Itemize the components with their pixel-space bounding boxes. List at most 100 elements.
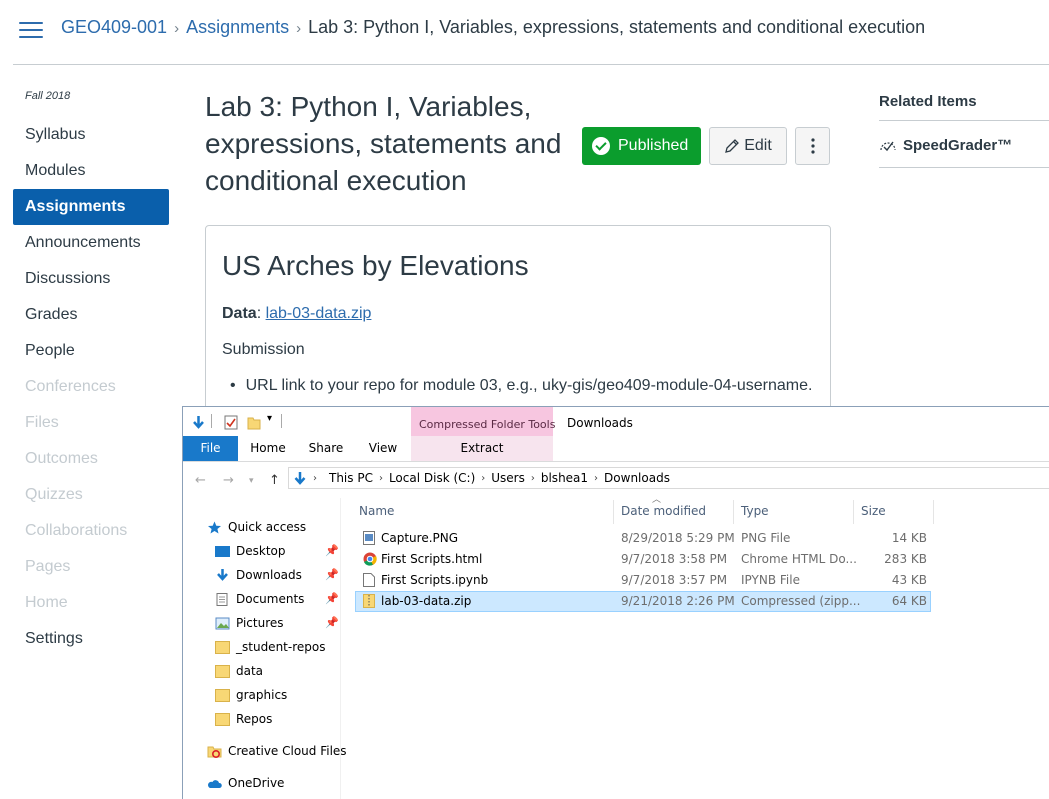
customize-toolbar-icon[interactable]: ▾ xyxy=(267,413,272,424)
file-size: 64 KB xyxy=(891,594,927,608)
related-items-heading: Related Items xyxy=(879,93,977,110)
file-name: Capture.PNG xyxy=(381,531,459,545)
nav-graphics[interactable]: graphics xyxy=(215,684,287,706)
nav-documents[interactable]: Documents xyxy=(215,588,304,610)
recent-locations-icon[interactable]: ▾ xyxy=(249,476,254,486)
nav-modules[interactable]: Modules xyxy=(13,153,169,189)
back-arrow-icon[interactable]: ← xyxy=(195,473,206,488)
column-date-modified[interactable]: Date modified xyxy=(617,498,735,524)
new-folder-icon[interactable] xyxy=(247,415,261,430)
chevron-right-icon[interactable]: › xyxy=(379,473,383,484)
pane-divider[interactable] xyxy=(340,498,341,799)
chevron-right-icon[interactable]: › xyxy=(313,473,317,484)
nav-creative-cloud[interactable]: Creative Cloud Files xyxy=(207,740,347,762)
star-icon xyxy=(208,521,221,533)
more-options-button[interactable] xyxy=(795,127,830,165)
address-local-disk[interactable]: Local Disk (C:) xyxy=(389,471,475,485)
nav-people[interactable]: People xyxy=(13,333,169,369)
down-arrow-icon[interactable] xyxy=(191,415,206,431)
tab-view[interactable]: View xyxy=(361,436,405,461)
nav-conferences[interactable]: Conferences xyxy=(13,369,169,405)
documents-icon xyxy=(216,592,228,606)
nav-documents-label: Documents xyxy=(236,592,305,606)
edit-button[interactable]: Edit xyxy=(709,127,787,165)
generic-file-icon xyxy=(363,573,375,587)
chevron-right-icon[interactable]: › xyxy=(594,473,598,484)
toolbar-separator xyxy=(211,414,212,428)
column-divider[interactable] xyxy=(933,500,934,524)
window-title: Downloads xyxy=(567,416,633,430)
nav-student-repos[interactable]: _student-repos xyxy=(215,636,325,658)
tab-home[interactable]: Home xyxy=(245,436,291,461)
nav-assignments[interactable]: Assignments xyxy=(13,189,169,225)
up-arrow-icon[interactable]: ↑ xyxy=(269,473,280,488)
column-divider[interactable] xyxy=(853,500,854,524)
file-row-selected[interactable]: lab-03-data.zip 9/21/2018 2:26 PM Compre… xyxy=(355,591,931,612)
forward-arrow-icon[interactable]: → xyxy=(223,473,234,488)
related-divider xyxy=(879,120,1049,121)
pin-icon[interactable]: 📌 xyxy=(325,592,339,605)
nav-collaborations[interactable]: Collaborations xyxy=(13,513,169,549)
nav-outcomes[interactable]: Outcomes xyxy=(13,441,169,477)
png-file-icon xyxy=(363,531,375,545)
chevron-right-icon[interactable]: › xyxy=(531,473,535,484)
nav-downloads[interactable]: Downloads xyxy=(215,564,302,586)
nav-repos[interactable]: Repos xyxy=(215,708,272,730)
address-user[interactable]: blshea1 xyxy=(541,471,588,485)
column-divider[interactable] xyxy=(733,500,734,524)
nav-settings[interactable]: Settings xyxy=(13,621,169,657)
nav-desktop-label: Desktop xyxy=(236,544,286,558)
address-downloads[interactable]: Downloads xyxy=(604,471,670,485)
nav-syllabus[interactable]: Syllabus xyxy=(13,117,169,153)
data-line: Data: lab-03-data.zip xyxy=(222,305,372,322)
address-this-pc[interactable]: This PC xyxy=(329,471,373,485)
tab-share[interactable]: Share xyxy=(303,436,349,461)
file-date: 8/29/2018 5:29 PM xyxy=(621,531,735,545)
nav-pictures[interactable]: Pictures xyxy=(215,612,284,634)
pin-icon[interactable]: 📌 xyxy=(325,616,339,629)
nav-discussions[interactable]: Discussions xyxy=(13,261,169,297)
column-name[interactable]: Name xyxy=(355,498,613,524)
breadcrumb-assignments[interactable]: Assignments xyxy=(186,17,289,37)
pin-icon[interactable]: 📌 xyxy=(325,544,339,557)
file-row[interactable]: Capture.PNG 8/29/2018 5:29 PM PNG File 1… xyxy=(355,528,931,549)
nav-desktop[interactable]: Desktop xyxy=(215,540,286,562)
nav-onedrive[interactable]: OneDrive xyxy=(207,772,284,794)
address-users[interactable]: Users xyxy=(491,471,525,485)
column-size[interactable]: Size xyxy=(857,498,933,524)
nav-files[interactable]: Files xyxy=(13,405,169,441)
file-row[interactable]: First Scripts.html 9/7/2018 3:58 PM Chro… xyxy=(355,549,931,570)
chevron-right-icon[interactable]: › xyxy=(481,473,485,484)
nav-onedrive-label: OneDrive xyxy=(228,776,285,790)
nav-announcements[interactable]: Announcements xyxy=(13,225,169,261)
pencil-icon xyxy=(725,139,740,153)
nav-data[interactable]: data xyxy=(215,660,263,682)
breadcrumb-course[interactable]: GEO409-001 xyxy=(61,17,167,37)
nav-data-label: data xyxy=(236,664,264,678)
nav-repos-label: Repos xyxy=(236,712,273,726)
published-button[interactable]: Published xyxy=(582,127,701,165)
properties-icon[interactable] xyxy=(224,415,238,430)
column-type[interactable]: Type xyxy=(737,498,855,524)
folder-icon xyxy=(215,688,230,702)
nav-creative-cloud-label: Creative Cloud Files xyxy=(228,744,347,758)
file-date: 9/7/2018 3:57 PM xyxy=(621,573,728,587)
downloads-icon xyxy=(217,568,228,581)
file-row[interactable]: First Scripts.ipynb 9/7/2018 3:57 PM IPY… xyxy=(355,570,931,591)
pin-icon[interactable]: 📌 xyxy=(325,568,339,581)
nav-pages[interactable]: Pages xyxy=(13,549,169,585)
hamburger-menu-icon[interactable] xyxy=(19,22,43,40)
nav-quick-access[interactable]: Quick access xyxy=(207,516,306,538)
file-type: PNG File xyxy=(741,531,791,545)
speedgrader-link[interactable]: SpeedGrader™ xyxy=(879,137,1012,154)
data-download-link[interactable]: lab-03-data.zip xyxy=(266,305,372,322)
nav-grades[interactable]: Grades xyxy=(13,297,169,333)
nav-home[interactable]: Home xyxy=(13,585,169,621)
address-bar[interactable]: › This PC › Local Disk (C:) › Users › bl… xyxy=(288,467,1049,489)
tab-extract[interactable]: Extract xyxy=(411,436,553,461)
tab-file[interactable]: File xyxy=(183,436,238,461)
creative-cloud-folder-icon xyxy=(207,746,222,758)
column-divider[interactable] xyxy=(613,500,614,524)
nav-quizzes[interactable]: Quizzes xyxy=(13,477,169,513)
assignment-title: Lab 3: Python I, Variables, expressions,… xyxy=(205,91,562,196)
